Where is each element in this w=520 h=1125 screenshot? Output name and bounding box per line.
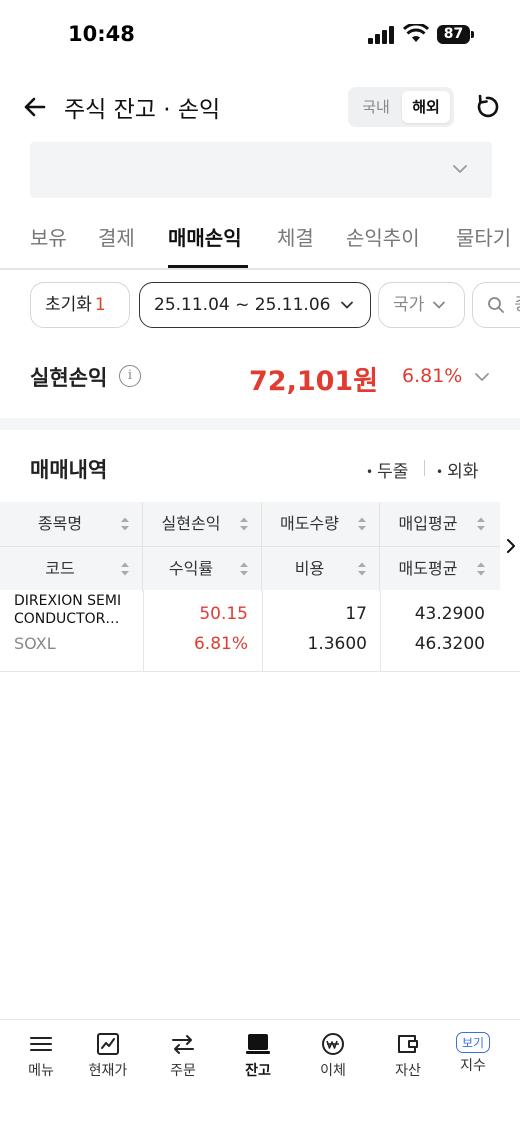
- tab-active-indicator: [168, 265, 248, 268]
- nav-current-price[interactable]: 현재가: [73, 1030, 143, 1080]
- more-columns-button[interactable]: [500, 502, 520, 590]
- filter-bar: 초기화1 25.11.04 ~ 25.11.06 국가 종: [0, 282, 520, 330]
- nav-transfer[interactable]: 이체: [298, 1030, 368, 1080]
- nav-menu[interactable]: 메뉴: [6, 1030, 76, 1080]
- column-divider: [380, 590, 381, 672]
- status-bar: 10:48 87: [0, 0, 520, 70]
- two-line-toggle[interactable]: • 두줄: [366, 457, 408, 482]
- col-header-sell-qty[interactable]: 매도수량: [262, 502, 380, 546]
- battery-tip: [471, 31, 474, 38]
- tab-executions[interactable]: 체결: [277, 222, 314, 251]
- realized-pl-value: 50.15: [199, 604, 248, 624]
- date-range-value: 25.11.04 ~ 25.11.06: [154, 295, 331, 315]
- stock-name: DIREXION SEMI CONDUCTOR…: [14, 593, 122, 627]
- tab-bar: 보유 결제 매매손익 체결 손익추이 물타기: [0, 212, 520, 270]
- realized-pl-amount: 72,101원: [249, 366, 379, 397]
- col-header-stock-name[interactable]: 종목명: [0, 502, 143, 546]
- tab-trade-pl[interactable]: 매매손익: [168, 222, 242, 251]
- reset-label: 초기화: [45, 295, 92, 315]
- assets-icon: [398, 1035, 418, 1053]
- stock-code: SOXL: [14, 634, 56, 653]
- transfer-icon: [322, 1033, 344, 1055]
- sort-icon: [477, 517, 485, 531]
- bottom-nav: 메뉴 현재가 주문 잔고 이체 자산 보기 지수: [0, 1019, 520, 1125]
- table-row[interactable]: DIREXION SEMI CONDUCTOR… SOXL 50.15 6.81…: [0, 590, 520, 672]
- country-label: 국가: [393, 295, 425, 315]
- tab-settlement[interactable]: 결제: [98, 222, 135, 251]
- date-range-picker[interactable]: 25.11.04 ~ 25.11.06: [139, 282, 371, 328]
- index-view-badge: 보기: [455, 1032, 491, 1053]
- wifi-icon: [403, 24, 429, 42]
- return-rate-value: 6.81%: [193, 634, 248, 654]
- search-label: 종: [514, 295, 520, 315]
- market-toggle: 국내 해외: [348, 87, 454, 127]
- market-domestic-button[interactable]: 국내: [352, 91, 400, 123]
- chevron-down-icon: [453, 165, 467, 173]
- sort-icon: [121, 562, 129, 576]
- sort-icon: [121, 517, 129, 531]
- tab-holdings[interactable]: 보유: [30, 222, 67, 251]
- menu-icon: [30, 1037, 52, 1051]
- search-icon: [488, 297, 504, 313]
- info-icon[interactable]: i: [119, 365, 141, 387]
- option-separator: [424, 460, 425, 476]
- chevron-right-icon: [507, 539, 515, 553]
- table-header-row: 코드 수익률 비용 매도평균: [0, 546, 500, 591]
- sort-icon: [358, 517, 366, 531]
- sort-icon: [358, 562, 366, 576]
- market-overseas-button[interactable]: 해외: [402, 91, 450, 123]
- two-line-label: 두줄: [377, 462, 409, 482]
- col-header-cost[interactable]: 비용: [262, 547, 380, 591]
- reset-filter-button[interactable]: 초기화 1: [30, 282, 130, 328]
- sort-icon: [477, 562, 485, 576]
- nav-order[interactable]: 주문: [148, 1030, 218, 1080]
- chevron-down-icon: [432, 301, 445, 309]
- column-divider: [262, 590, 263, 672]
- realized-pl-summary[interactable]: 실현손익 i 72,101원 6.81%: [0, 350, 520, 406]
- signal-icon: [368, 26, 394, 44]
- nav-balance[interactable]: 잔고: [223, 1030, 293, 1080]
- sell-qty-value: 17: [345, 604, 367, 624]
- battery-indicator: 87: [437, 25, 470, 44]
- realized-pl-label: 실현손익: [30, 366, 108, 390]
- sell-avg-value: 46.3200: [414, 634, 485, 654]
- chart-icon: [97, 1033, 119, 1055]
- chevron-down-icon: [340, 301, 353, 309]
- nav-assets[interactable]: 자산: [373, 1030, 443, 1080]
- back-arrow-icon[interactable]: [20, 92, 50, 122]
- page-title: 주식 잔고 · 손익: [64, 97, 221, 123]
- tab-pl-trend[interactable]: 손익추이: [346, 222, 420, 251]
- buy-avg-value: 43.2900: [414, 604, 485, 624]
- reset-count: 1: [94, 295, 106, 315]
- section-divider: [0, 418, 520, 430]
- account-selector[interactable]: [30, 142, 492, 198]
- country-filter[interactable]: 국가: [378, 282, 465, 328]
- tab-averaging[interactable]: 물타기: [456, 222, 511, 251]
- swap-icon: [172, 1035, 194, 1054]
- stock-search-chip[interactable]: 종: [472, 282, 520, 328]
- header: 주식 잔고 · 손익 국내 해외: [0, 80, 520, 134]
- status-time: 10:48: [68, 22, 135, 46]
- nav-index[interactable]: 보기 지수: [438, 1030, 508, 1075]
- col-header-buy-avg[interactable]: 매입평균: [380, 502, 498, 546]
- wallet-balance-icon: [246, 1034, 270, 1054]
- realized-pl-rate: 6.81%: [402, 365, 463, 387]
- sort-icon: [240, 562, 248, 576]
- col-header-sell-avg[interactable]: 매도평균: [380, 547, 498, 591]
- chevron-down-icon[interactable]: [474, 370, 490, 384]
- col-header-code[interactable]: 코드: [0, 547, 143, 591]
- column-divider: [143, 590, 144, 672]
- refresh-icon[interactable]: [472, 92, 502, 122]
- foreign-currency-label: 외화: [447, 462, 479, 482]
- col-header-return-rate[interactable]: 수익률: [143, 547, 262, 591]
- trade-history-title: 매매내역: [30, 458, 108, 482]
- foreign-currency-toggle[interactable]: • 외화: [436, 457, 478, 482]
- table-header-row: 종목명 실현손익 매도수량 매입평균: [0, 502, 500, 546]
- cost-value: 1.3600: [307, 634, 367, 654]
- sort-icon: [240, 517, 248, 531]
- col-header-realized-pl[interactable]: 실현손익: [143, 502, 262, 546]
